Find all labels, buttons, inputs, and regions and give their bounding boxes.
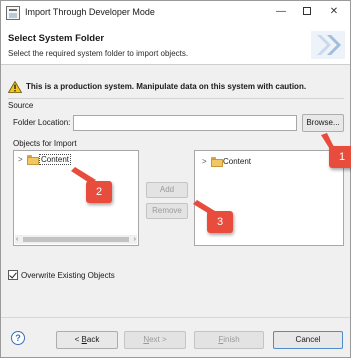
page-title: Select System Folder	[8, 33, 105, 44]
title-bar: Import Through Developer Mode — ✕	[1, 1, 350, 25]
window-app-icon	[6, 6, 20, 20]
minimize-button[interactable]: —	[270, 3, 292, 21]
folder-icon	[27, 155, 39, 165]
horizontal-scrollbar[interactable]: ‹ ›	[15, 235, 137, 244]
warning-triangle-icon	[8, 81, 22, 93]
help-icon[interactable]: ?	[11, 331, 25, 345]
overwrite-label: Overwrite Existing Objects	[21, 271, 115, 280]
folder-location-label: Folder Location:	[13, 118, 71, 127]
page-description: Select the required system folder to imp…	[8, 49, 189, 58]
window-title: Import Through Developer Mode	[25, 7, 155, 17]
overwrite-checkbox[interactable]	[8, 270, 18, 280]
maximize-button[interactable]	[296, 3, 318, 21]
folder-icon	[211, 157, 223, 167]
maximize-icon	[303, 7, 311, 16]
callout-badge-1: 1	[329, 146, 351, 168]
tree-node-content[interactable]: > Content	[18, 154, 72, 165]
add-button[interactable]: Add	[146, 182, 188, 198]
remove-button[interactable]: Remove	[146, 203, 188, 219]
footer-separator	[1, 317, 350, 318]
browse-button[interactable]: Browse...	[302, 114, 344, 132]
finish-button[interactable]: Finish	[194, 331, 264, 349]
tree-node-label: Content	[223, 157, 252, 166]
warning-text: This is a production system. Manipulate …	[26, 82, 307, 91]
source-tree-panel[interactable]: > Content ‹ ›	[13, 150, 139, 246]
folder-location-field[interactable]	[73, 115, 297, 131]
close-button[interactable]: ✕	[323, 3, 345, 21]
objects-section-label: Objects for Import	[13, 139, 77, 148]
finish-rest: inish	[223, 335, 240, 344]
scrollbar-thumb[interactable]	[23, 237, 129, 242]
wizard-banner: Select System Folder Select the required…	[1, 25, 350, 65]
next-rest: ext >	[149, 335, 167, 344]
wizard-chevron-graphic	[311, 31, 345, 59]
separator	[8, 98, 344, 99]
scroll-right-icon[interactable]: ›	[134, 235, 136, 244]
chevron-right-icon[interactable]: >	[202, 157, 210, 166]
back-button[interactable]: < Back	[56, 331, 118, 349]
tree-node-content[interactable]: > Content	[202, 157, 252, 167]
source-section-label: Source	[8, 101, 34, 110]
scroll-left-icon[interactable]: ‹	[16, 235, 18, 244]
cancel-button[interactable]: Cancel	[273, 331, 343, 349]
callout-badge-3: 3	[207, 211, 233, 233]
tree-node-label: Content	[39, 154, 72, 165]
import-dialog: Import Through Developer Mode — ✕ Select…	[0, 0, 351, 358]
next-button[interactable]: Next >	[124, 331, 186, 349]
chevron-right-icon[interactable]: >	[18, 155, 26, 164]
back-prefix: <	[74, 335, 82, 344]
back-rest: ack	[86, 335, 100, 344]
callout-badge-2: 2	[86, 181, 112, 203]
